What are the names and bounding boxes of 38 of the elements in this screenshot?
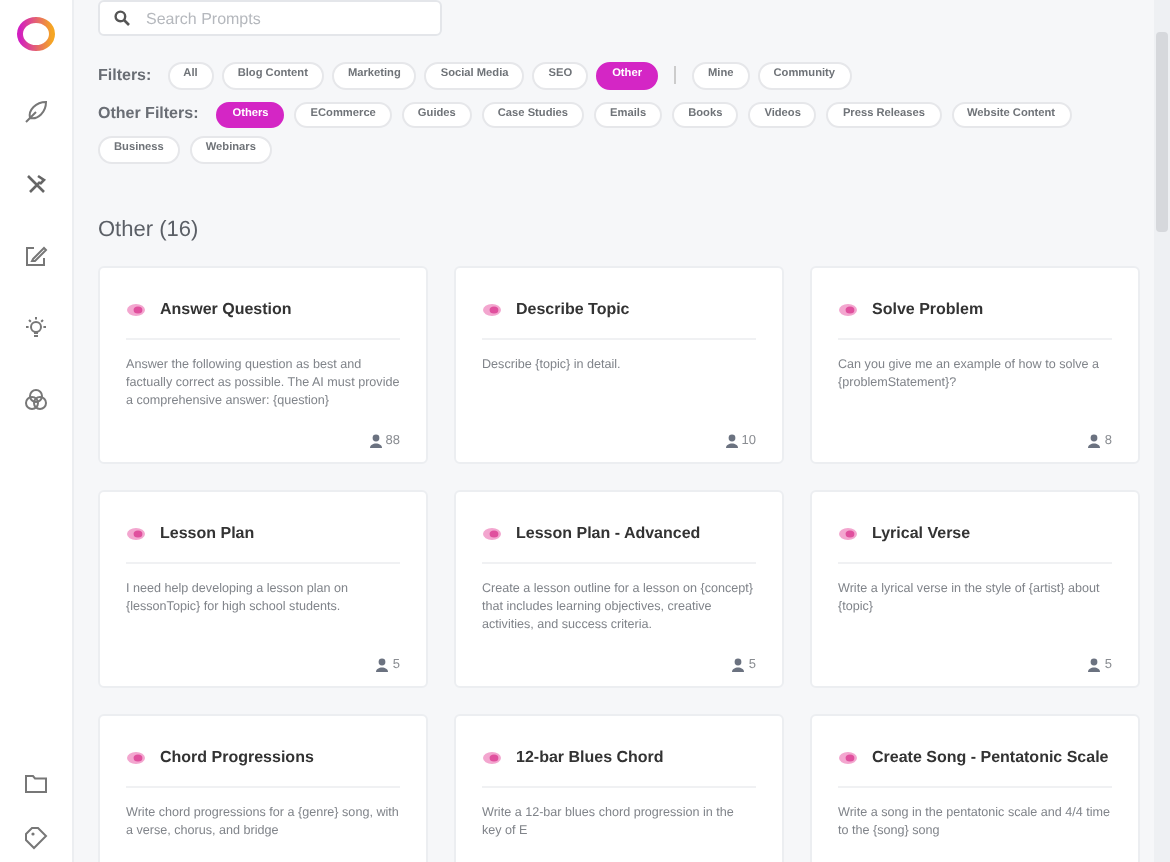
brain-icon <box>126 750 146 767</box>
logo-icon[interactable] <box>16 16 56 52</box>
user-icon <box>376 657 389 672</box>
user-icon <box>369 433 382 448</box>
card-title: Lesson Plan - Advanced <box>516 522 701 547</box>
card-title: Chord Progressions <box>160 746 314 771</box>
card-title: 12-bar Blues Chord <box>516 746 664 771</box>
card-title: Lesson Plan <box>160 522 255 547</box>
card-title: Solve Problem <box>872 298 984 323</box>
search-field[interactable]: Search Prompts <box>98 0 442 36</box>
filters-label: Filters: <box>98 63 152 88</box>
folder-icon[interactable] <box>24 772 48 794</box>
other-filters-label: Other Filters: <box>98 102 199 127</box>
card-title: Lyrical Verse <box>872 522 971 547</box>
card-title: Create Song - Pentatonic Scale <box>872 746 1109 771</box>
card-title: Describe Topic <box>516 298 630 323</box>
tools-icon[interactable] <box>24 172 48 196</box>
user-icon <box>725 433 738 448</box>
brain-icon <box>838 302 858 319</box>
brain-icon <box>482 302 502 319</box>
brain-icon <box>126 526 146 543</box>
brain-icon <box>838 750 858 767</box>
search-icon <box>114 10 130 26</box>
user-icon <box>1088 433 1101 448</box>
brain-icon <box>482 526 502 543</box>
circles-icon[interactable] <box>24 388 48 412</box>
user-icon <box>732 657 745 672</box>
user-icon <box>1088 657 1101 672</box>
section-title: Other (16) <box>98 215 201 246</box>
brain-icon <box>838 526 858 543</box>
brain-icon <box>126 302 146 319</box>
edit-icon[interactable] <box>24 244 48 268</box>
feather-icon[interactable] <box>24 100 48 124</box>
lightbulb-icon[interactable] <box>24 316 48 340</box>
card-title: Answer Question <box>160 298 292 323</box>
tag-icon[interactable] <box>24 826 48 850</box>
brain-icon <box>482 750 502 767</box>
scrollbar-thumb[interactable] <box>1156 32 1168 232</box>
